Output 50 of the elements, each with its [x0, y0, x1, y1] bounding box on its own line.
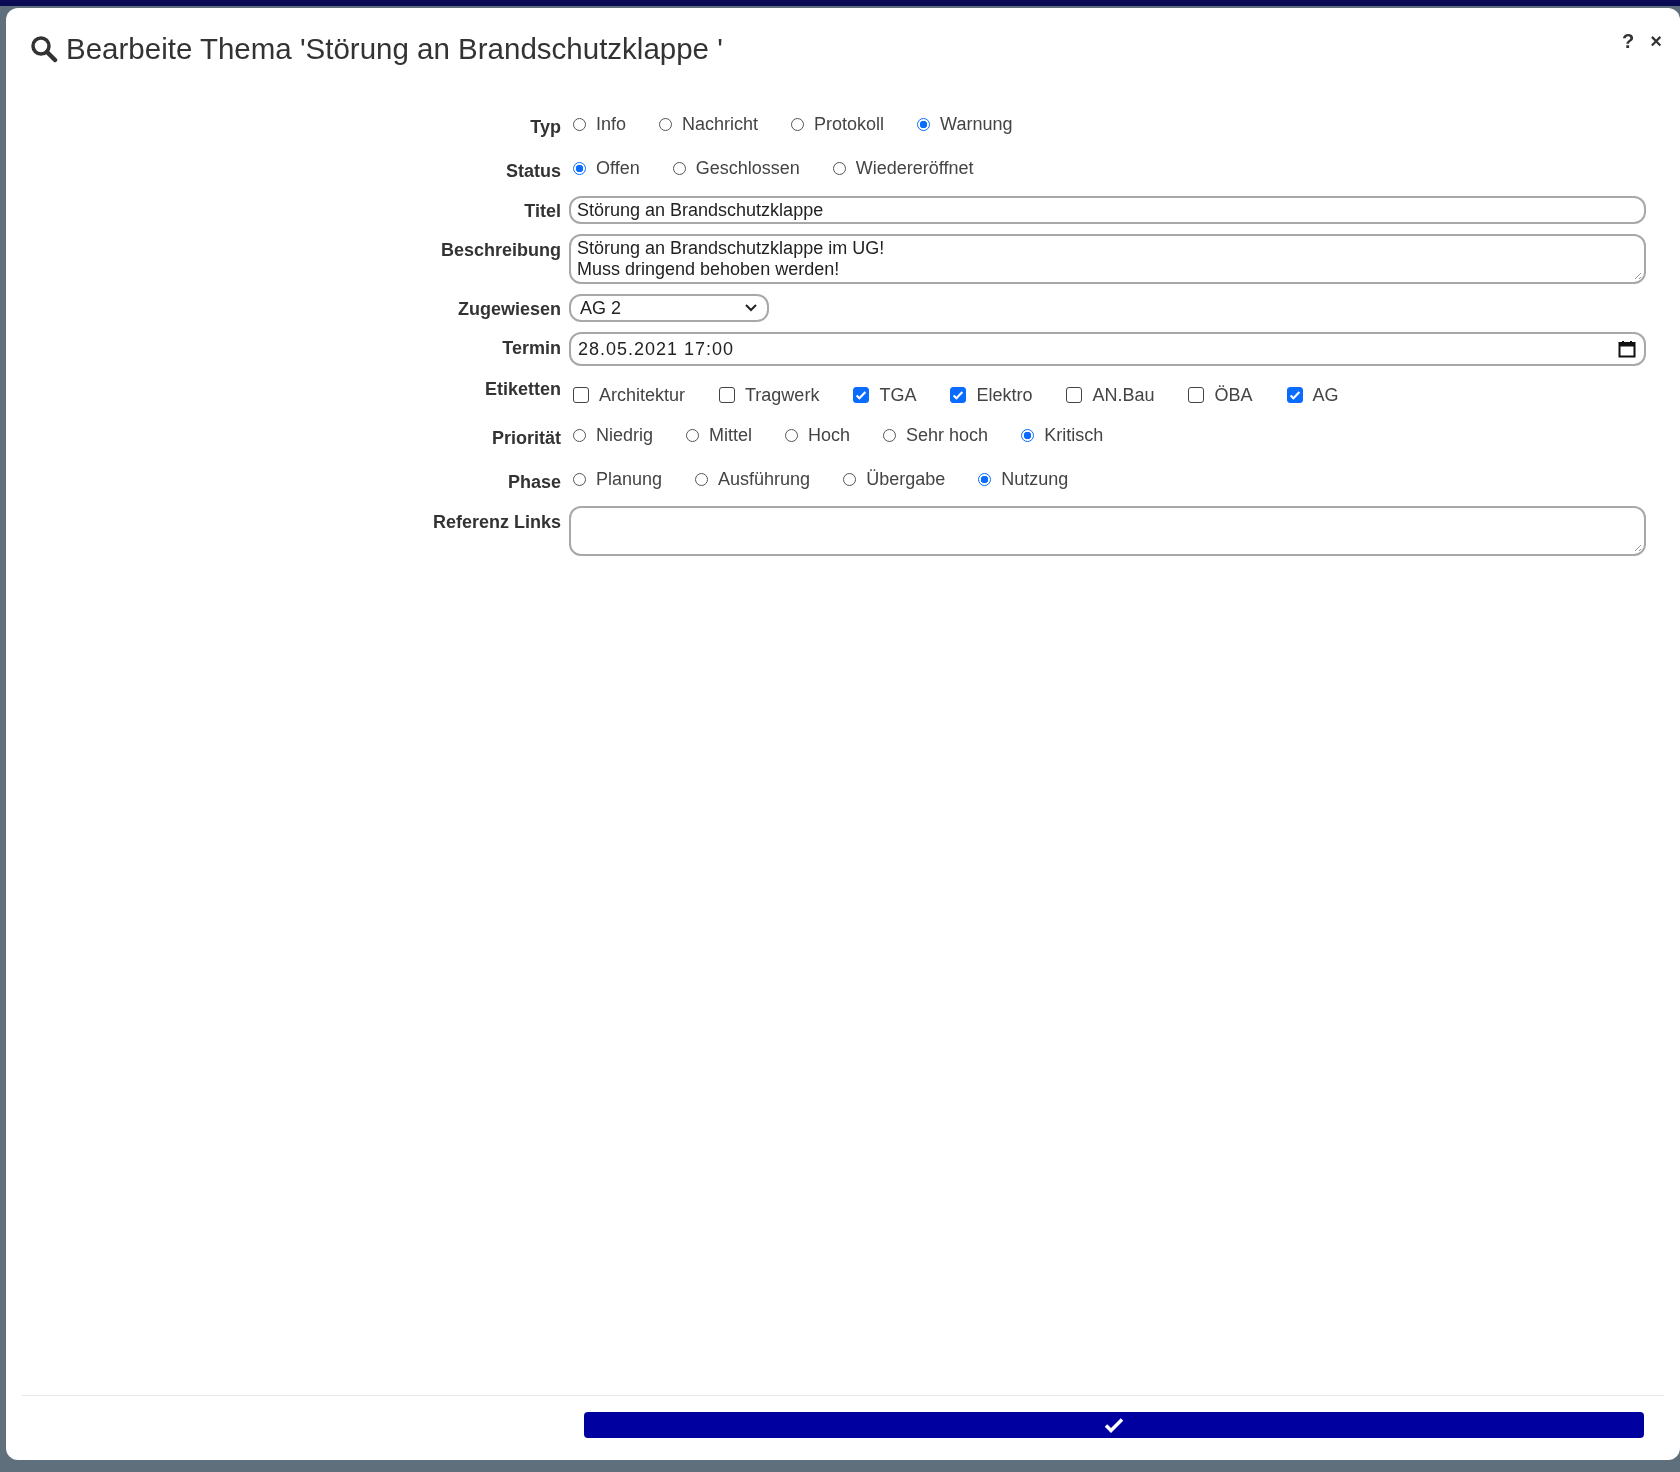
field-label: Etiketten [483, 378, 561, 401]
radio-option[interactable]: Ausführung [691, 469, 811, 490]
date-field[interactable]: 28.05.2021 17:00 [569, 332, 1646, 366]
radio-option[interactable]: Offen [569, 158, 640, 179]
field-label: Titel [523, 200, 561, 223]
search-icon [30, 35, 58, 63]
radio-option[interactable]: Übergabe [839, 469, 946, 490]
radio-option[interactable]: Niedrig [569, 425, 654, 446]
radio-option[interactable]: Wiedereröffnet [828, 158, 974, 179]
dropdown-field[interactable]: AG 2 [569, 294, 769, 322]
checkbox-option[interactable]: Architektur [569, 384, 686, 406]
field-label: Beschreibung [439, 239, 561, 262]
checkmark-icon [1287, 388, 1302, 402]
checkmark-icon [951, 388, 966, 402]
checkbox-option[interactable]: TGA [849, 384, 917, 406]
radio-option[interactable]: Info [569, 114, 627, 135]
radio-option[interactable]: Planung [569, 469, 663, 490]
field-label: Priorität [491, 427, 561, 450]
field-label: Zugewiesen [456, 298, 561, 321]
radio-option[interactable]: Sehr hoch [879, 425, 989, 446]
radio-option[interactable]: Hoch [781, 425, 851, 446]
field-label: Status [505, 160, 561, 183]
radio-option[interactable]: Mittel [682, 425, 753, 446]
dialog-title: Bearbeite Thema 'Störung an Brandschutzklappe ' [66, 32, 723, 66]
calendar-icon[interactable] [1618, 340, 1636, 358]
field-label: Termin [501, 337, 561, 360]
field-label: Referenz Links [431, 511, 561, 534]
help-button[interactable]: ? [1620, 30, 1637, 53]
resize-grip-icon[interactable] [1632, 542, 1642, 552]
checkbox-option[interactable]: ÖBA [1184, 384, 1253, 406]
radio-option[interactable]: Nachricht [655, 114, 759, 135]
checkmark-icon [1104, 1417, 1124, 1433]
checkbox-option[interactable]: AN.Bau [1062, 384, 1155, 406]
chevron-down-icon [745, 304, 757, 312]
radio-option[interactable]: Nutzung [974, 469, 1069, 490]
radio-option[interactable]: Warnung [913, 114, 1013, 135]
radio-option[interactable]: Kritisch [1017, 425, 1104, 446]
radio-option[interactable]: Geschlossen [668, 158, 800, 179]
resize-grip-icon[interactable] [1632, 270, 1642, 280]
checkmark-icon [854, 388, 869, 402]
checkbox-option[interactable]: Elektro [946, 384, 1033, 406]
field-label: Typ [529, 116, 561, 139]
text-area[interactable]: Störung an Brandschutzklappe im UG! Muss dringend behoben werden! [569, 234, 1646, 284]
close-button[interactable]: × [1648, 30, 1664, 53]
text-area[interactable] [569, 506, 1646, 556]
checkbox-option[interactable]: Tragwerk [715, 384, 820, 406]
radio-option[interactable]: Protokoll [787, 114, 885, 135]
checkbox-option[interactable]: AG [1282, 384, 1339, 406]
field-label: Phase [506, 471, 561, 494]
text-field[interactable]: Störung an Brandschutzklappe [569, 196, 1646, 224]
